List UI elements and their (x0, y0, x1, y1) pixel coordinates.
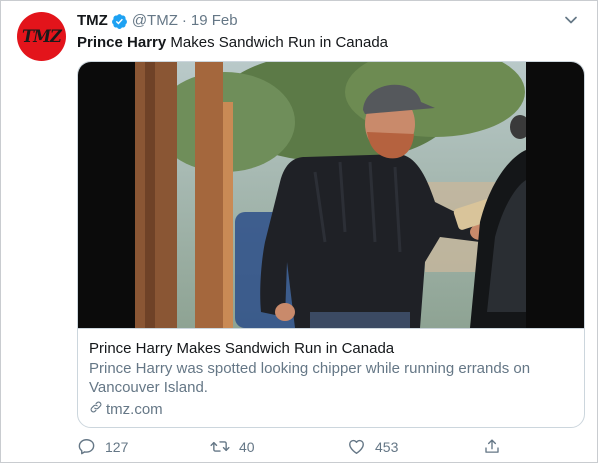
author-name[interactable]: TMZ (77, 11, 108, 31)
tweet-text: Prince Harry Makes Sandwich Run in Canad… (77, 33, 388, 53)
link-card[interactable]: Prince Harry Makes Sandwich Run in Canad… (77, 61, 585, 428)
like-icon (347, 437, 375, 456)
tweet-date[interactable]: 19 Feb (191, 11, 238, 31)
card-domain: tmz.com (89, 400, 573, 419)
verified-icon (111, 13, 128, 30)
like-button[interactable]: 453 (347, 437, 398, 456)
chevron-down-icon[interactable] (563, 12, 579, 28)
tweet-header: TMZ @TMZ · 19 Feb (77, 11, 577, 31)
retweet-icon (210, 437, 239, 456)
retweet-button[interactable]: 40 (210, 437, 255, 456)
card-domain-text: tmz.com (106, 401, 163, 418)
card-description: Prince Harry was spotted looking chipper… (89, 360, 531, 396)
like-count: 453 (375, 438, 399, 455)
share-button[interactable] (483, 437, 510, 456)
tweet-container[interactable]: TMZ TMZ @TMZ · 19 Feb Prince Harry Makes… (0, 0, 598, 463)
card-title: Prince Harry Makes Sandwich Run in Canad… (89, 340, 395, 357)
retweet-count: 40 (239, 438, 255, 455)
author-handle[interactable]: @TMZ (132, 11, 178, 31)
share-icon (483, 437, 510, 456)
card-image[interactable] (78, 62, 584, 328)
reply-button[interactable]: 127 (77, 437, 128, 456)
card-photo (135, 62, 526, 328)
card-body[interactable]: Prince Harry Makes Sandwich Run in Canad… (78, 328, 584, 427)
tweet-actions: 127 40 453 (77, 437, 499, 457)
tmz-logo: TMZ (22, 26, 62, 47)
reply-icon (77, 437, 105, 456)
tweet-text-rest: Makes Sandwich Run in Canada (166, 34, 389, 51)
link-icon (89, 400, 106, 419)
photo-illustration (135, 62, 526, 328)
tweet-text-bold[interactable]: Prince Harry (77, 34, 166, 51)
reply-count: 127 (105, 438, 129, 455)
separator-dot: · (181, 12, 187, 29)
avatar[interactable]: TMZ (17, 12, 66, 61)
